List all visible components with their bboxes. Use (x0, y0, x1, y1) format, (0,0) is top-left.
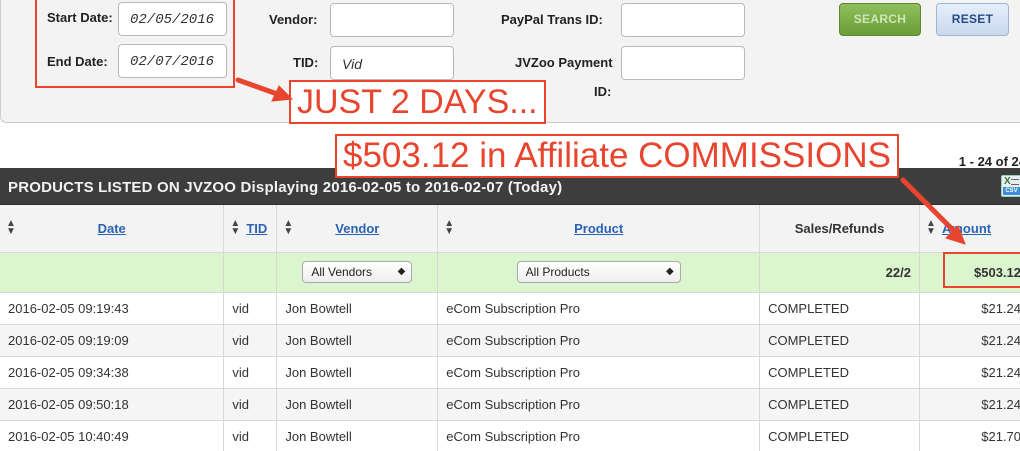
arrow-to-amount-total (900, 177, 966, 245)
page: Start Date: 02/05/2016 End Date: 02/07/2… (0, 0, 1020, 451)
arrow-to-days-callout (235, 77, 294, 102)
annotation-arrows (235, 77, 966, 245)
